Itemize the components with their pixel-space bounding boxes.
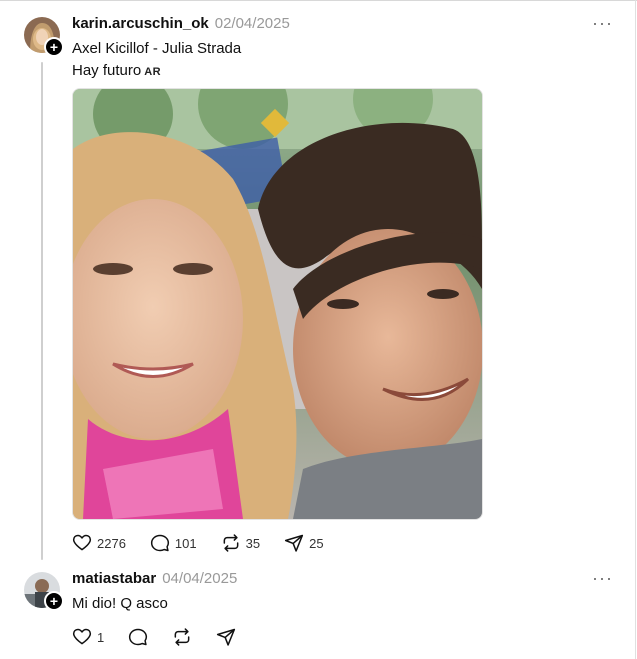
flag-ar: AR [144,66,162,78]
post-text-line-2: Hay futuro AR [72,62,161,79]
repost-count: 35 [245,535,261,551]
post-2: + matiastabar 04/04/2025 ··· Mi dio! Q a… [0,565,637,659]
like-count: 1 [97,629,105,645]
follow-plus-icon[interactable]: + [44,37,64,57]
more-dots-icon[interactable]: ··· [592,568,613,589]
comment-count: 101 [174,535,197,551]
post-1: + karin.arcuschin_ok 02/04/2025 ··· Axel… [0,0,637,565]
repost-arrows-icon [174,628,190,646]
heart-icon [72,628,92,645]
username[interactable]: karin.arcuschin_ok [72,15,209,32]
post-text: Hay futuro [72,62,142,79]
post-text-line-1: Mi dio! Q asco [72,595,168,612]
comment-button[interactable] [128,627,148,647]
timestamp[interactable]: 04/04/2025 [162,570,237,587]
username[interactable]: matiastabar [72,570,156,587]
repost-button[interactable]: 35 [221,533,260,553]
repost-button[interactable] [172,627,192,647]
share-button[interactable]: 25 [284,533,324,553]
heart-icon [72,534,92,551]
post-text-line-1: Axel Kicillof - Julia Strada [72,40,242,57]
thread-line [41,62,43,560]
comment-button[interactable]: 101 [150,533,197,553]
post-image[interactable] [72,88,483,520]
send-plane-icon [217,628,236,646]
share-button[interactable] [216,627,236,647]
more-dots-icon[interactable]: ··· [592,13,613,34]
share-count: 25 [309,535,324,551]
comment-bubble-icon [129,628,148,646]
send-plane-icon [285,534,304,552]
like-button[interactable]: 2276 [72,533,126,553]
comment-bubble-icon [150,534,170,552]
like-button[interactable]: 1 [72,627,104,647]
follow-plus-icon[interactable]: + [44,591,64,611]
like-count: 2276 [97,535,126,551]
timestamp[interactable]: 02/04/2025 [215,15,290,32]
repost-arrows-icon [223,534,239,552]
